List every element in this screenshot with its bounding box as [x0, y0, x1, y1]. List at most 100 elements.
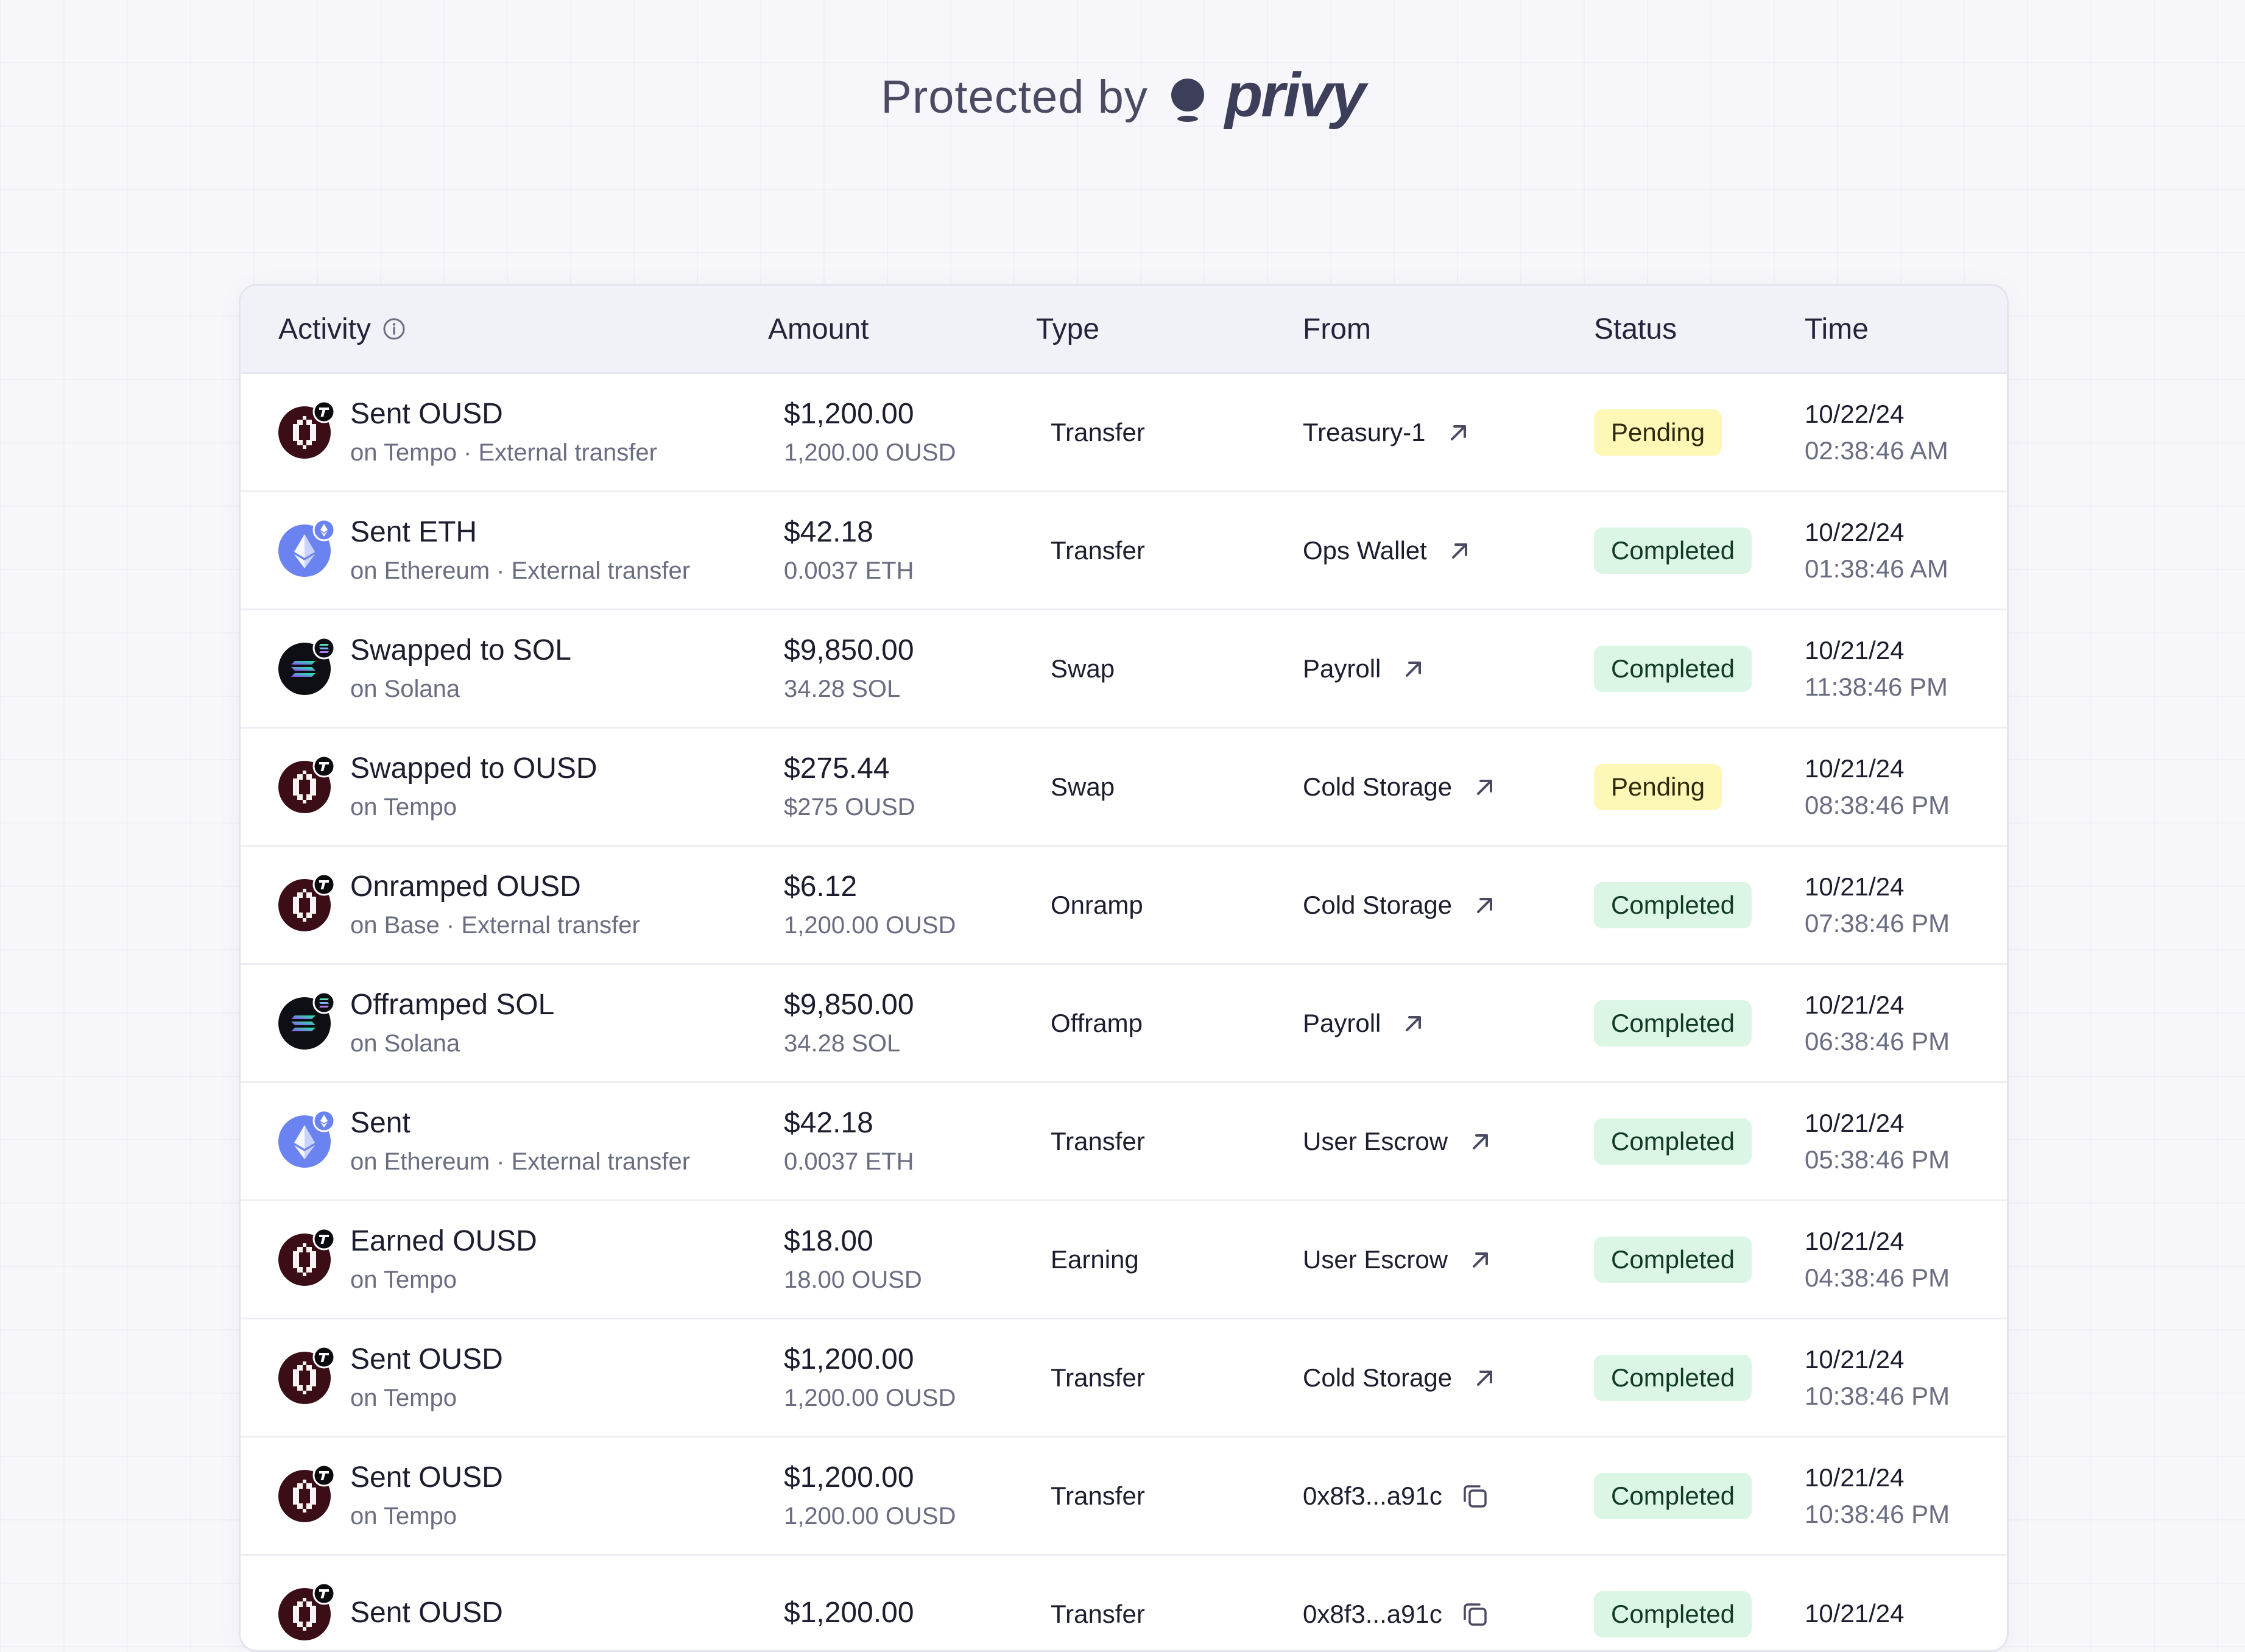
amount-token: 1,200.00 OUSD [784, 1502, 956, 1530]
type-cell: Swap [1051, 610, 1115, 727]
time-clock: 10:38:46 PM [1805, 1381, 1950, 1410]
time-clock: 10:38:46 PM [1805, 1499, 1950, 1528]
column-header-amount[interactable]: Amount [768, 286, 869, 372]
external-link-icon[interactable] [1473, 775, 1497, 799]
table-row[interactable]: Sent OUSD on Tempo $1,200.00 1,200.00 OUSD T… [241, 1438, 2007, 1556]
external-link-icon[interactable] [1448, 538, 1472, 563]
amount-usd: $18.00 [784, 1224, 873, 1257]
from-cell: User Escrow [1303, 1201, 1493, 1318]
time-clock: 04:38:46 PM [1805, 1263, 1950, 1292]
table-row[interactable]: Swapped to SOL on Solana $9,850.00 34.28 SO… [241, 610, 2007, 729]
activity-title: Sent ETH [350, 515, 478, 548]
time-clock: 01:38:46 AM [1805, 554, 1948, 583]
type-label: Transfer [1051, 1363, 1145, 1392]
status-cell: Completed [1594, 492, 1752, 609]
external-link-icon[interactable] [1468, 1248, 1493, 1272]
from-label: 0x8f3...a91c [1303, 1481, 1442, 1510]
amount-token: 34.28 SOL [784, 675, 901, 702]
from-cell: Payroll [1303, 610, 1426, 727]
type-cell: Onramp [1051, 847, 1143, 963]
type-label: Earning [1051, 1244, 1139, 1274]
time-cell: 10/21/24 [1805, 1556, 1905, 1650]
activity-title: Sent OUSD [350, 397, 503, 430]
external-link-icon[interactable] [1401, 1011, 1426, 1036]
from-cell: 0x8f3...a91c [1303, 1438, 1491, 1554]
status-badge: Pending [1594, 763, 1722, 810]
column-header-from[interactable]: From [1303, 286, 1371, 372]
time-cell: 10/21/24 05:38:46 PM [1805, 1083, 1950, 1199]
activity-subtitle: on Tempo · External transfer [350, 439, 657, 466]
copy-icon[interactable] [1459, 1598, 1491, 1630]
table-row[interactable]: Sent OUSD on Tempo $1,200.00 1,200.00 OUSD T… [241, 1319, 2007, 1438]
table-row[interactable]: Sent OUSD $1,200.00 Transfer 0x8f3...a91c Co… [241, 1556, 2007, 1650]
ousd-icon [278, 1227, 336, 1286]
amount-cell: $1,200.00 1,200.00 OUSD [784, 1319, 956, 1436]
column-label-activity: Activity [278, 312, 372, 345]
eth-icon [278, 1109, 336, 1168]
external-link-icon[interactable] [1468, 1129, 1493, 1154]
ousd-icon [278, 873, 336, 931]
external-link-icon[interactable] [1447, 420, 1471, 445]
protected-by-label: Protected by [881, 71, 1148, 123]
time-date: 10/21/24 [1805, 1344, 1905, 1374]
amount-token: 0.0037 ETH [784, 1148, 914, 1175]
amount-cell: $1,200.00 1,200.00 OUSD [784, 1438, 956, 1554]
activity-table: Activity Amount Type From Status Time Se… [239, 284, 2009, 1652]
activity-cell: Sent OUSD on Tempo · External transfer [278, 374, 657, 490]
amount-token: 1,200.00 OUSD [784, 439, 956, 466]
column-header-type[interactable]: Type [1036, 286, 1099, 372]
table-row[interactable]: Earned OUSD on Tempo $18.00 18.00 OUSD Earni… [241, 1201, 2007, 1319]
activity-subtitle: on Tempo [350, 1502, 457, 1530]
activity-title: Sent OUSD [350, 1461, 503, 1494]
time-clock: 06:38:46 PM [1805, 1026, 1950, 1056]
amount-cell: $1,200.00 [784, 1556, 914, 1650]
activity-subtitle: on Tempo [350, 793, 457, 821]
from-label: Cold Storage [1303, 772, 1453, 801]
protected-by-banner: Protected by privy [0, 60, 2245, 130]
time-date: 10/21/24 [1805, 1463, 1905, 1492]
external-link-icon[interactable] [1473, 1366, 1497, 1390]
type-cell: Transfer [1051, 492, 1145, 609]
column-header-time[interactable]: Time [1805, 286, 1869, 372]
external-link-icon[interactable] [1473, 893, 1497, 917]
type-cell: Transfer [1051, 1319, 1145, 1436]
column-header-status[interactable]: Status [1594, 286, 1677, 372]
external-link-icon[interactable] [1401, 657, 1426, 681]
activity-cell: Sent OUSD on Tempo [278, 1319, 503, 1436]
amount-usd: $42.18 [784, 515, 873, 548]
time-date: 10/21/24 [1805, 990, 1905, 1019]
activity-title: Swapped to SOL [350, 634, 571, 666]
time-date: 10/21/24 [1805, 754, 1905, 783]
table-row[interactable]: Sent ETH on Ethereum · External transfer $… [241, 492, 2007, 610]
status-cell: Completed [1594, 1438, 1752, 1554]
ousd-icon [278, 400, 336, 459]
type-label: Transfer [1051, 1126, 1145, 1156]
type-label: Swap [1051, 654, 1115, 683]
status-cell: Completed [1594, 1556, 1752, 1650]
table-row[interactable]: Swapped to OUSD on Tempo $275.44 $275 OUSD S… [241, 729, 2007, 847]
activity-subtitle: on Base · External transfer [350, 911, 640, 939]
table-row[interactable]: Sent on Ethereum · External transfer $42.1… [241, 1083, 2007, 1201]
type-label: Onramp [1051, 890, 1143, 919]
status-cell: Completed [1594, 965, 1752, 1081]
from-cell: Payroll [1303, 965, 1426, 1081]
table-row[interactable]: Sent OUSD on Tempo · External transfer $1,… [241, 374, 2007, 492]
time-cell: 10/21/24 10:38:46 PM [1805, 1319, 1950, 1436]
amount-token: $275 OUSD [784, 793, 915, 821]
status-cell: Completed [1594, 1319, 1752, 1436]
activity-title: Sent OUSD [350, 1596, 503, 1629]
activity-title: Sent [350, 1106, 411, 1139]
info-icon[interactable] [382, 317, 406, 341]
status-badge: Completed [1594, 527, 1752, 574]
activity-title: Swapped to OUSD [350, 752, 597, 785]
privy-wordmark: privy [1224, 60, 1366, 130]
table-row[interactable]: Onramped OUSD on Base · External transfer… [241, 847, 2007, 965]
table-row[interactable]: Offramped SOL on Solana $9,850.00 34.28 SOL… [241, 965, 2007, 1083]
copy-icon[interactable] [1459, 1480, 1491, 1512]
from-cell: Cold Storage [1303, 1319, 1497, 1436]
status-cell: Pending [1594, 374, 1722, 490]
column-header-activity[interactable]: Activity [278, 286, 406, 372]
table-header: Activity Amount Type From Status Time [241, 286, 2007, 374]
activity-cell: Offramped SOL on Solana [278, 965, 554, 1081]
type-cell: Transfer [1051, 374, 1145, 490]
